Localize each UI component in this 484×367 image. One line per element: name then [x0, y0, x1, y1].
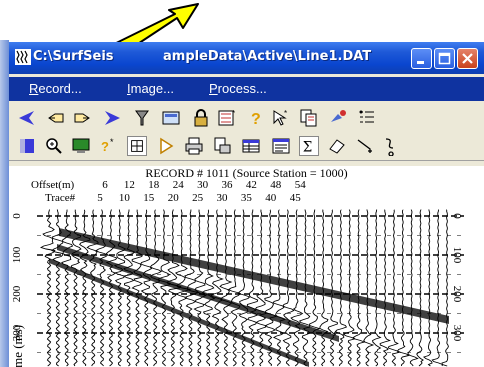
seismic-trace — [363, 209, 375, 367]
time-tick-label: 200 — [451, 285, 463, 303]
hand-pointer-left-icon[interactable] — [46, 108, 66, 128]
line-icon[interactable] — [355, 136, 375, 156]
minimize-button[interactable] — [411, 48, 432, 69]
minimize-icon — [417, 61, 424, 64]
arrow-left-icon[interactable] — [17, 108, 37, 128]
select-icon[interactable]: * — [271, 108, 291, 128]
seismic-trace — [131, 209, 143, 367]
close-button[interactable] — [457, 48, 478, 69]
color-icon[interactable] — [17, 136, 37, 156]
arrow-right-icon[interactable] — [102, 108, 122, 128]
svg-text:?: ? — [101, 139, 109, 154]
sum-icon[interactable]: Σ — [299, 136, 319, 156]
seismic-trace — [387, 209, 400, 367]
filter-icon[interactable] — [132, 108, 152, 128]
svg-text:?: ? — [251, 111, 261, 128]
application-window: C:\SurfSeis ampleData\Active\Line1.DAT R… — [9, 42, 484, 367]
seismic-record-canvas[interactable]: RECORD # 1011 (Source Station = 1000) Of… — [9, 166, 484, 367]
toolbar-main: * ? * — [9, 104, 484, 132]
time-tick-label: 300 — [451, 324, 463, 342]
seismic-trace — [352, 209, 366, 367]
play-icon[interactable] — [156, 136, 176, 156]
print-icon[interactable] — [184, 136, 204, 156]
monitor-icon[interactable] — [71, 136, 91, 156]
menu-bar: Record... Image... Process... — [9, 77, 484, 101]
seismic-trace — [140, 209, 153, 367]
svg-text:*: * — [110, 137, 114, 147]
seismic-trace — [149, 209, 163, 367]
menu-process[interactable]: Process... — [209, 81, 267, 96]
seismic-trace — [372, 209, 382, 367]
title-bar[interactable]: C:\SurfSeis ampleData\Active\Line1.DAT — [9, 42, 484, 74]
seismic-trace — [237, 209, 251, 367]
time-tick-label: 0 — [451, 213, 463, 219]
zoom-icon[interactable] — [44, 136, 64, 156]
print-setup-icon[interactable] — [212, 136, 232, 156]
seismic-trace — [407, 209, 419, 367]
toolbar-secondary: ? * Σ — [9, 132, 484, 161]
seismic-trace — [193, 209, 208, 367]
seismic-trace — [422, 209, 433, 367]
table-icon[interactable] — [241, 136, 261, 156]
desktop-edge — [0, 40, 9, 367]
seismic-app-icon — [15, 49, 31, 65]
copy-icon[interactable] — [299, 108, 319, 128]
seismic-trace — [396, 209, 410, 367]
eraser-icon[interactable] — [327, 136, 347, 156]
seismic-trace — [86, 209, 99, 367]
properties-icon[interactable] — [357, 108, 377, 128]
seismic-trace — [264, 209, 278, 367]
seismic-trace — [327, 209, 338, 367]
curve-icon[interactable] — [381, 136, 401, 156]
maximize-icon — [438, 52, 451, 65]
menu-record[interactable]: Record... — [29, 81, 82, 96]
seismic-trace — [272, 209, 286, 367]
seismic-trace — [95, 209, 109, 367]
maximize-button[interactable] — [434, 48, 455, 69]
seismic-trace — [157, 209, 172, 367]
seismic-traces — [37, 209, 464, 367]
menu-image[interactable]: Image... — [127, 81, 174, 96]
help-icon[interactable]: ? — [246, 108, 266, 128]
time-tick-label: 200 — [11, 285, 23, 303]
seismic-trace — [431, 209, 443, 367]
pick-icon[interactable] — [328, 108, 348, 128]
time-tick-label: 100 — [11, 246, 23, 264]
seismic-trace — [334, 209, 348, 367]
svg-text:*: * — [284, 109, 287, 118]
svg-text:*: * — [232, 109, 235, 118]
layout-icon[interactable] — [127, 136, 147, 156]
close-icon — [462, 53, 473, 64]
seismic-trace — [379, 209, 391, 367]
window-title-right: ampleData\Active\Line1.DAT — [163, 49, 372, 64]
time-tick-label: 100 — [451, 246, 463, 264]
help-cursor-icon[interactable]: ? * — [99, 136, 119, 156]
seismic-trace — [416, 209, 424, 367]
time-tick-label: 0 — [11, 213, 23, 219]
svg-text:Σ: Σ — [303, 139, 313, 155]
hand-pointer-right-icon[interactable] — [72, 108, 92, 128]
seismic-trace — [342, 209, 356, 367]
time-tick-label: 300 — [11, 324, 23, 342]
lock-icon[interactable] — [191, 108, 211, 128]
seismic-trace — [39, 209, 56, 367]
seismic-trace — [441, 209, 449, 367]
seismic-trace — [227, 209, 241, 367]
seismic-trace — [219, 209, 233, 367]
gain-icon[interactable]: * — [217, 108, 237, 128]
display-icon[interactable] — [161, 108, 181, 128]
report-icon[interactable] — [271, 136, 291, 156]
seismic-trace — [201, 209, 216, 367]
window-title-left: C:\SurfSeis — [33, 49, 114, 64]
